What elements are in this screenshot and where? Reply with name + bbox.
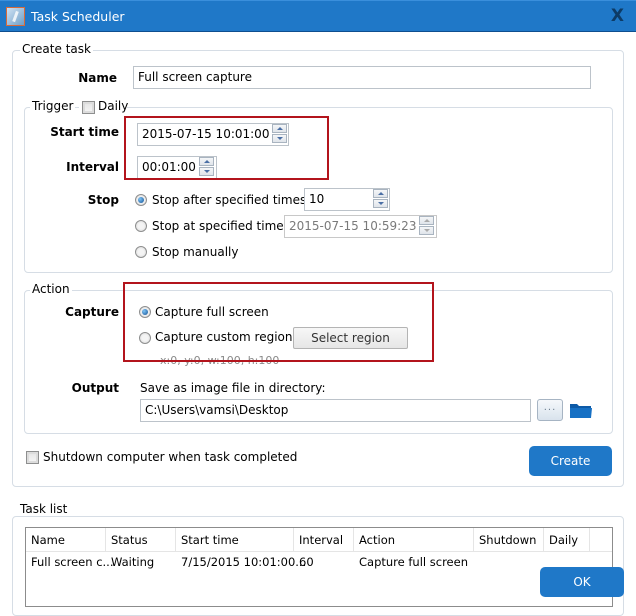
- stop-manually-label: Stop manually: [152, 245, 239, 259]
- start-time-label: Start time: [50, 125, 119, 139]
- stop-after-times-label: Stop after specified times:: [152, 193, 311, 207]
- task-list-table: Name Status Start time Interval Action S…: [25, 527, 613, 607]
- stop-label: Stop: [87, 193, 119, 207]
- output-path-input[interactable]: C:\Users\vamsi\Desktop: [140, 399, 531, 422]
- daily-label: Daily: [98, 99, 129, 113]
- cell-status: Waiting: [111, 555, 155, 569]
- output-description: Save as image file in directory:: [140, 381, 326, 395]
- stop-at-time-input: 2015-07-15 10:59:23: [284, 215, 437, 238]
- stop-at-time-label: Stop at specified time:: [152, 219, 288, 233]
- capture-label: Capture: [65, 305, 119, 319]
- action-legend: Action: [30, 282, 72, 296]
- col-header-name[interactable]: Name: [26, 528, 106, 552]
- trigger-legend: Trigger: [30, 99, 76, 113]
- output-label: Output: [71, 381, 119, 395]
- col-header-daily[interactable]: Daily: [544, 528, 590, 552]
- cell-start-time: 7/15/2015 10:01:00...: [181, 555, 307, 569]
- browse-button[interactable]: ...: [537, 399, 563, 421]
- col-header-start-time[interactable]: Start time: [176, 528, 294, 552]
- trigger-highlight-box: [124, 116, 329, 180]
- col-header-shutdown[interactable]: Shutdown: [474, 528, 544, 552]
- create-button[interactable]: Create: [529, 446, 612, 476]
- capture-highlight-box: [123, 282, 434, 362]
- cell-action: Capture full screen: [359, 555, 468, 569]
- table-header: Name Status Start time Interval Action S…: [26, 528, 612, 552]
- shutdown-checkbox[interactable]: [26, 451, 39, 464]
- create-task-legend: Create task: [20, 42, 93, 56]
- folder-icon[interactable]: [569, 401, 593, 419]
- stop-at-time-spinner: [419, 216, 434, 236]
- col-header-interval[interactable]: Interval: [294, 528, 354, 552]
- task-scheduler-app-icon: [6, 7, 25, 26]
- interval-label: Interval: [66, 160, 119, 174]
- col-header-action[interactable]: Action: [354, 528, 474, 552]
- ok-button[interactable]: OK: [540, 567, 624, 597]
- name-label: Name: [78, 71, 117, 85]
- task-list-legend: Task list: [18, 502, 70, 516]
- spin-up-icon[interactable]: [373, 189, 388, 198]
- stop-at-time-radio[interactable]: [135, 220, 147, 232]
- col-header-status[interactable]: Status: [106, 528, 176, 552]
- spin-down-icon: [419, 226, 434, 235]
- title-bar: Task Scheduler X: [0, 0, 636, 32]
- cell-name: Full screen c...: [31, 555, 114, 569]
- shutdown-label: Shutdown computer when task completed: [43, 450, 298, 464]
- stop-manually-radio[interactable]: [135, 246, 147, 258]
- spin-up-icon: [419, 216, 434, 225]
- close-icon[interactable]: X: [611, 6, 624, 26]
- window-title: Task Scheduler: [31, 9, 125, 24]
- daily-checkbox[interactable]: [82, 101, 95, 114]
- spin-down-icon[interactable]: [373, 199, 388, 208]
- task-name-input[interactable]: Full screen capture: [133, 66, 591, 89]
- stop-after-times-radio[interactable]: [135, 194, 147, 206]
- cell-interval: 60: [299, 555, 314, 569]
- stop-times-spinner[interactable]: [373, 189, 388, 209]
